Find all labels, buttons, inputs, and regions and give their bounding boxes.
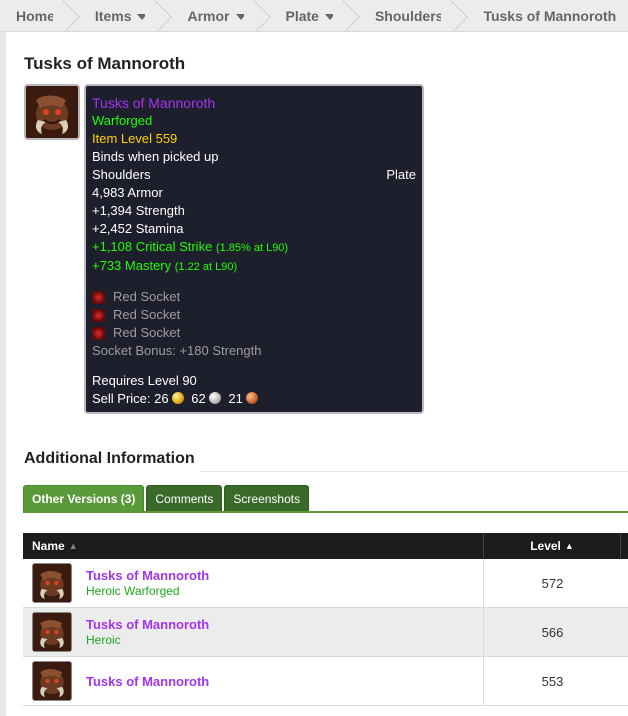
socket-label: Red Socket xyxy=(113,307,181,322)
socket-row: Red Socket xyxy=(92,288,416,306)
tab-other-versions[interactable]: Other Versions (3) xyxy=(23,485,145,512)
item-strength: +1,394 Strength xyxy=(92,203,185,218)
row-text: Tusks of Mannoroth Heroic xyxy=(86,616,209,648)
breadcrumb-label: Home xyxy=(16,7,55,24)
socket-row: Red Socket xyxy=(92,306,416,324)
item-crit-row: +1,108 Critical Strike (1.85% at L90) xyxy=(92,238,416,257)
breadcrumb-armor[interactable]: Armor xyxy=(169,0,267,31)
tusks-of-mannoroth-icon[interactable] xyxy=(32,661,72,701)
sell-copper: 21 xyxy=(228,391,243,406)
sell-price: Sell Price: 26 62 21 xyxy=(92,390,416,408)
socket-label: Red Socket xyxy=(113,289,181,304)
item-stamina: +2,452 Stamina xyxy=(92,221,184,236)
page-edge xyxy=(0,0,6,716)
column-header-label: Name xyxy=(32,539,65,553)
item-type: Plate xyxy=(386,167,416,182)
breadcrumb: Home Items Armor Plate Shoulders Tusks o… xyxy=(0,0,628,32)
item-mastery-note: (1.22 at L90) xyxy=(174,261,238,273)
item-variant: Heroic Warforged xyxy=(86,584,180,598)
tab-screenshots[interactable]: Screenshots xyxy=(224,485,310,512)
table-row[interactable]: Tusks of Mannoroth 553 xyxy=(23,657,628,706)
breadcrumb-label: Items xyxy=(94,7,132,24)
sort-icon: ▲︎ xyxy=(68,541,78,551)
item-armor: 4,983 Armor xyxy=(92,185,163,200)
table-row[interactable]: Tusks of Mannoroth Heroic Warforged 572 xyxy=(23,559,628,608)
item-crit: +1,108 Critical Strike xyxy=(92,239,213,254)
breadcrumb-plate[interactable]: Plate xyxy=(268,0,357,31)
cell-name: Tusks of Mannoroth Heroic Warforged xyxy=(23,559,484,607)
item-binding: Binds when picked up xyxy=(92,149,219,164)
item-mastery-row: +733 Mastery (1.22 at L90) xyxy=(92,257,416,276)
breadcrumb-current-item: Tusks of Mannoroth xyxy=(465,0,628,31)
breadcrumb-items[interactable]: Items xyxy=(77,0,170,31)
breadcrumb-label: Plate xyxy=(285,7,319,24)
section-divider xyxy=(200,471,628,472)
breadcrumb-separator-icon xyxy=(333,0,365,31)
breadcrumb-label: Armor xyxy=(187,7,230,24)
breadcrumb-separator-icon xyxy=(145,0,177,31)
item-link[interactable]: Tusks of Mannoroth xyxy=(86,567,209,584)
table-header: Name ▲︎ Level ▲ xyxy=(23,533,628,559)
cell-name: Tusks of Mannoroth Heroic xyxy=(23,608,484,656)
red-socket-icon xyxy=(92,308,105,322)
copper-coin-icon xyxy=(245,392,258,404)
item-crit-note: (1.85% at L90) xyxy=(215,242,289,254)
item-name: Tusks of Mannoroth xyxy=(92,95,216,111)
red-socket-icon xyxy=(92,326,105,340)
item-link[interactable]: Tusks of Mannoroth xyxy=(86,616,209,633)
tusks-of-mannoroth-icon[interactable] xyxy=(32,612,72,652)
item-slot: Shoulders xyxy=(92,167,151,182)
table-row[interactable]: Tusks of Mannoroth Heroic 566 xyxy=(23,608,628,657)
cell-name: Tusks of Mannoroth xyxy=(23,657,484,705)
red-socket-icon xyxy=(92,290,105,304)
tusks-of-mannoroth-icon xyxy=(24,84,80,140)
page-title: Tusks of Mannoroth xyxy=(24,54,186,73)
socket-row: Red Socket xyxy=(92,324,416,342)
row-text: Tusks of Mannoroth xyxy=(86,673,209,690)
row-text: Tusks of Mannoroth Heroic Warforged xyxy=(86,567,209,599)
socket-bonus: Socket Bonus: +180 Strength xyxy=(92,343,262,358)
breadcrumb-label: Tusks of Mannoroth xyxy=(483,7,617,24)
cell-level: 566 xyxy=(541,624,564,640)
column-header-name[interactable]: Name ▲︎ xyxy=(23,533,484,559)
cell-level: 553 xyxy=(541,673,564,689)
breadcrumb-label: Shoulders xyxy=(374,7,444,24)
breadcrumb-separator-icon xyxy=(441,0,473,31)
required-level: Requires Level 90 xyxy=(92,373,197,388)
sell-gold: 26 xyxy=(154,391,169,406)
column-header-level[interactable]: Level ▲ xyxy=(484,533,621,559)
socket-label: Red Socket xyxy=(113,325,181,340)
versions-table: Name ▲︎ Level ▲ Tusks of Mannoroth Heroi… xyxy=(23,533,628,706)
breadcrumb-shoulders[interactable]: Shoulders xyxy=(357,0,465,31)
item-link[interactable]: Tusks of Mannoroth xyxy=(86,673,209,690)
tab-comments[interactable]: Comments xyxy=(146,485,223,512)
sell-silver: 62 xyxy=(191,391,206,406)
item-slot-row: Shoulders Plate xyxy=(92,166,416,184)
tab-bar: Other Versions (3) Comments Screenshots xyxy=(23,485,310,512)
sell-price-label: Sell Price: xyxy=(92,391,151,406)
additional-info-heading: Additional Information xyxy=(24,450,195,467)
item-forge: Warforged xyxy=(92,113,153,128)
item-variant: Heroic xyxy=(86,633,121,647)
cell-level: 572 xyxy=(541,575,564,591)
tab-underline xyxy=(23,511,628,513)
breadcrumb-separator-icon xyxy=(53,0,85,31)
gold-coin-icon xyxy=(171,392,184,404)
column-header-label: Level xyxy=(530,539,561,553)
item-mastery: +733 Mastery xyxy=(92,258,172,273)
item-level: Item Level 559 xyxy=(92,131,178,146)
silver-coin-icon xyxy=(208,392,221,404)
sort-ascending-icon: ▲ xyxy=(564,541,574,551)
column-header-extra xyxy=(621,533,628,559)
tusks-of-mannoroth-icon[interactable] xyxy=(32,563,72,603)
breadcrumb-home[interactable]: Home xyxy=(0,0,77,31)
item-tooltip: Tusks of Mannoroth Warforged Item Level … xyxy=(84,84,424,414)
breadcrumb-separator-icon xyxy=(244,0,276,31)
